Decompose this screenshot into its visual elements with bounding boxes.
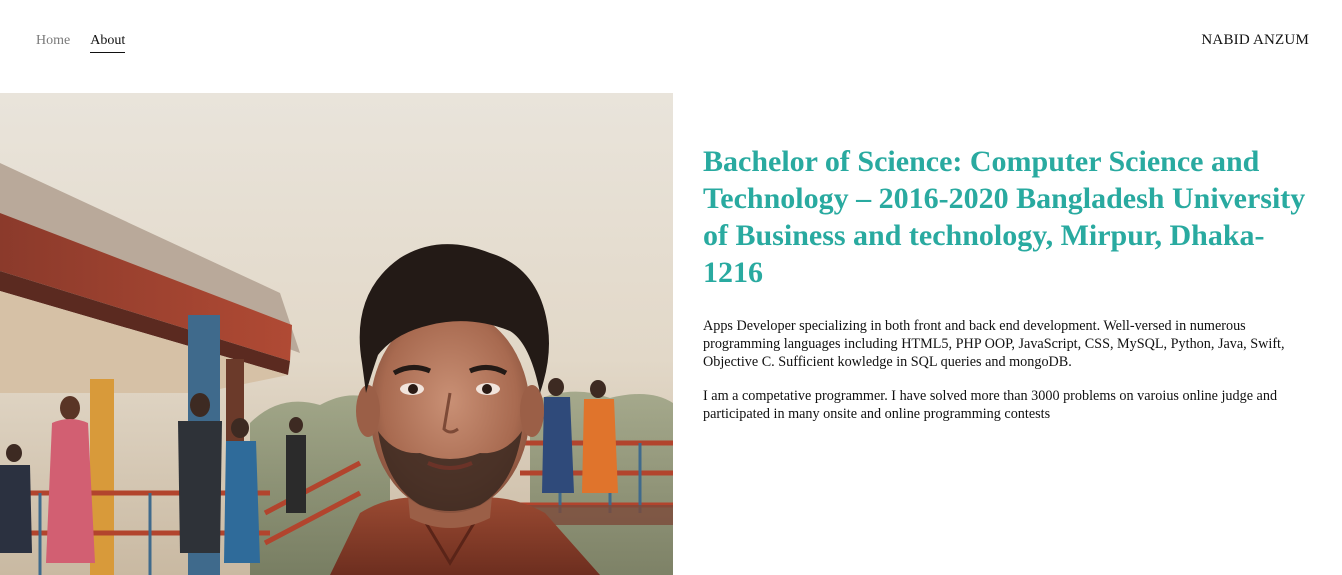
education-headline: Bachelor of Science: Computer Science an… xyxy=(703,145,1306,289)
competitive-programming-paragraph: I am a competative programmer. I have so… xyxy=(703,388,1278,422)
nav-about-link[interactable]: About xyxy=(90,32,126,53)
page: Home About NABID ANZUM Bachelor of Scien… xyxy=(0,0,1342,575)
site-header: Home About NABID ANZUM xyxy=(0,0,1342,93)
portrait-photo xyxy=(0,93,673,575)
bio-paragraph: Apps Developer specializing in both fron… xyxy=(703,318,1285,370)
main-nav: Home About xyxy=(36,32,126,53)
site-brand[interactable]: NABID ANZUM xyxy=(1201,32,1309,49)
nav-home-link[interactable]: Home xyxy=(36,32,70,53)
about-section: Bachelor of Science: Computer Science an… xyxy=(703,143,1323,423)
